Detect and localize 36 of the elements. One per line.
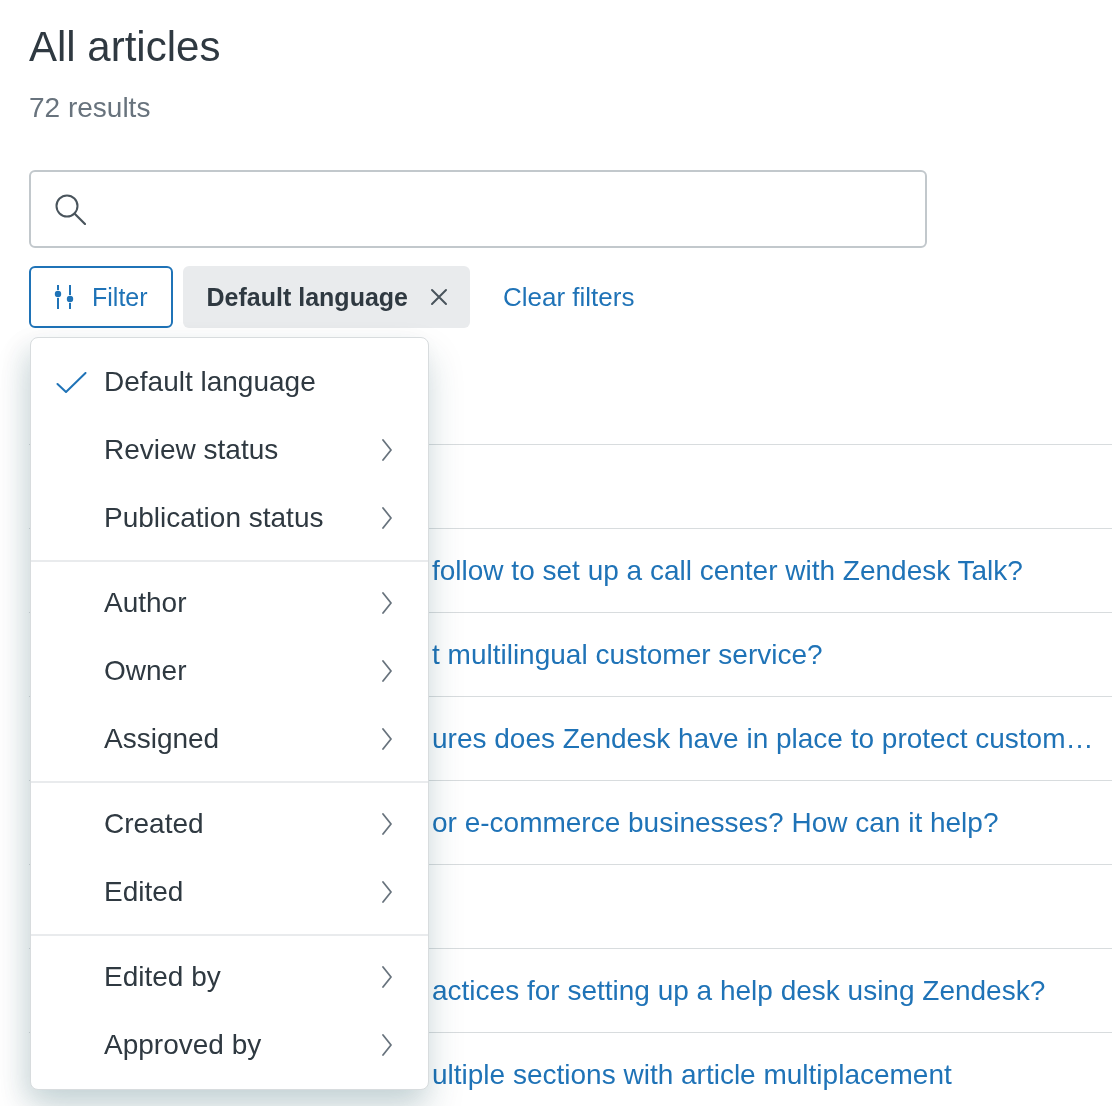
menu-item[interactable]: Edited xyxy=(31,858,428,926)
article-link[interactable]: follow to set up a call center with Zendesk Talk? xyxy=(432,554,1023,587)
menu-item[interactable]: Publication status xyxy=(31,484,428,552)
menu-item[interactable]: Author xyxy=(31,569,428,637)
chevron-right-icon xyxy=(382,966,392,988)
article-link[interactable]: t multilingual customer service? xyxy=(432,638,823,671)
article-link[interactable]: or e-commerce businesses? How can it help? xyxy=(432,806,999,839)
article-link[interactable]: actices for setting up a help desk using Zendesk? xyxy=(432,974,1046,1007)
chevron-right-icon xyxy=(382,439,392,461)
chevron-right-icon xyxy=(382,881,392,903)
menu-item[interactable]: Edited by xyxy=(31,943,428,1011)
search-field[interactable] xyxy=(29,170,927,248)
article-link[interactable]: ures does Zendesk have in place to protect custom… xyxy=(432,722,1094,755)
page-title: All articles xyxy=(29,22,221,72)
check-icon xyxy=(56,371,87,393)
filter-button[interactable]: Filter xyxy=(29,266,173,328)
chevron-right-icon xyxy=(382,592,392,614)
menu-item[interactable]: Assigned xyxy=(31,705,428,773)
remove-filter-button[interactable] xyxy=(430,288,448,306)
chevron-right-icon xyxy=(382,813,392,835)
result-count: 72 results xyxy=(29,91,151,125)
sliders-icon xyxy=(54,285,74,309)
chip-label: Default language xyxy=(206,282,408,312)
article-link[interactable]: ultiple sections with article multiplacement xyxy=(432,1058,952,1091)
chevron-right-icon xyxy=(382,728,392,750)
search-icon xyxy=(55,193,86,225)
clear-filters-link[interactable]: Clear filters xyxy=(503,281,635,313)
menu-item[interactable]: Review status xyxy=(31,416,428,484)
menu-item[interactable]: Default language xyxy=(31,348,428,416)
chevron-right-icon xyxy=(382,660,392,682)
close-icon xyxy=(430,288,448,306)
menu-item[interactable]: Created xyxy=(31,790,428,858)
menu-item[interactable]: Owner xyxy=(31,637,428,705)
menu-item[interactable]: Approved by xyxy=(31,1011,428,1079)
chevron-right-icon xyxy=(382,507,392,529)
chevron-right-icon xyxy=(382,1034,392,1056)
